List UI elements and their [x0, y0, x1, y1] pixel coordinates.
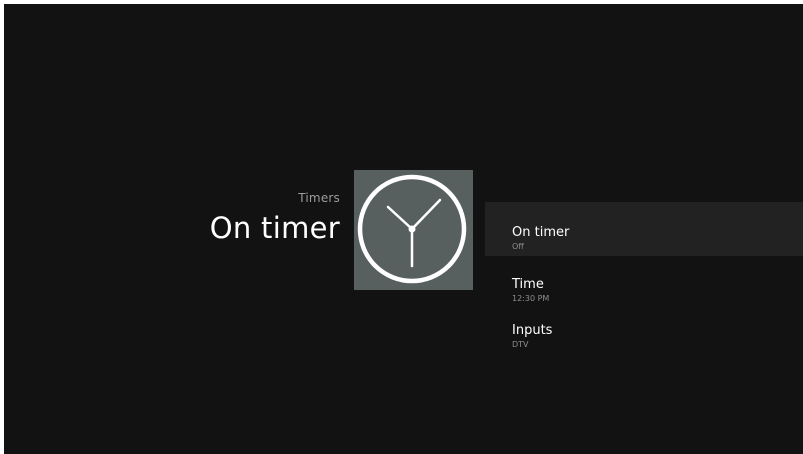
clock-tile: [354, 170, 473, 290]
menu-item-value: DTV: [512, 340, 529, 349]
page-title: On timer: [209, 211, 340, 245]
menu-item-label: On timer: [512, 225, 570, 240]
breadcrumb: Timers: [298, 191, 340, 205]
timer-settings-menu: On timer Off Time 12:30 PM Inputs DTV: [485, 202, 803, 349]
menu-item-label: Time: [512, 277, 544, 292]
menu-item-time[interactable]: Time 12:30 PM: [485, 256, 803, 303]
tv-settings-screen: Timers On timer On timer Off Time 12:30 …: [4, 4, 803, 454]
clock-icon: [357, 174, 467, 284]
menu-item-on-timer[interactable]: On timer Off: [485, 202, 803, 256]
menu-item-inputs[interactable]: Inputs DTV: [485, 302, 803, 349]
menu-item-value: Off: [512, 242, 524, 251]
menu-item-label: Inputs: [512, 323, 553, 338]
